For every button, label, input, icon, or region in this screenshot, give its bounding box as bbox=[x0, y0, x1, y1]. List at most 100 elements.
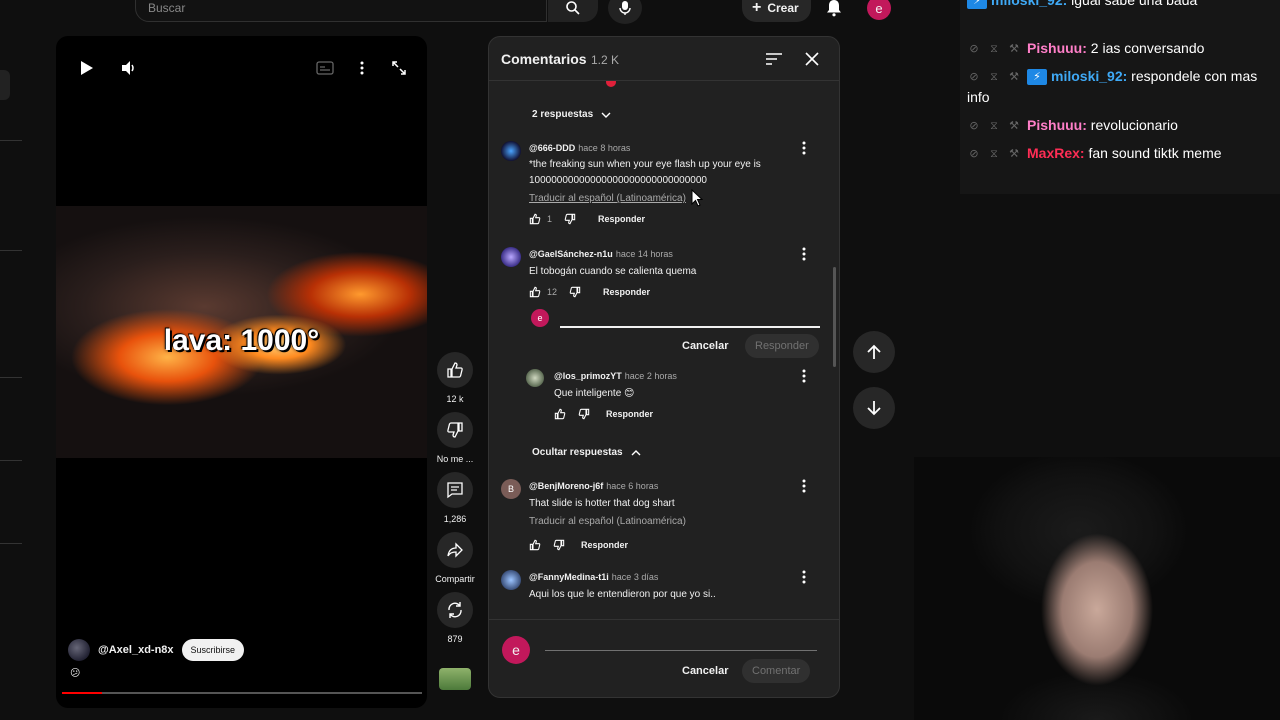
chat-mod-icons[interactable]: ⊘ ⧖ ⚒ bbox=[967, 70, 1021, 84]
close-comments-button[interactable] bbox=[802, 49, 822, 69]
creator-heart-icon bbox=[606, 81, 616, 87]
sidebar-selected-item[interactable] bbox=[0, 70, 10, 100]
search-icon bbox=[566, 1, 580, 15]
dislike-button[interactable] bbox=[437, 412, 473, 448]
chat-mod-icons[interactable]: ⊘ ⧖ ⚒ bbox=[967, 147, 1021, 161]
chevron-up-icon bbox=[631, 449, 641, 455]
more-vertical-icon bbox=[802, 369, 806, 383]
thumbs-up-icon[interactable] bbox=[529, 213, 541, 225]
commenter-avatar[interactable]: B bbox=[501, 479, 521, 499]
comment-more-button[interactable] bbox=[799, 369, 809, 383]
thumbs-down-icon[interactable] bbox=[553, 539, 565, 551]
mouse-cursor-icon bbox=[691, 189, 703, 207]
chat-message: ⊘ ⧖ ⚒ Pishuuu: revolucionario bbox=[967, 115, 1267, 136]
comment-more-button[interactable] bbox=[799, 479, 809, 493]
remix-button[interactable] bbox=[437, 592, 473, 628]
sidebar-divider bbox=[0, 377, 22, 378]
comment-author[interactable]: @los_primozYT hace 2 horas bbox=[554, 371, 677, 381]
thumbs-down-icon[interactable] bbox=[569, 286, 581, 298]
comments-title: Comentarios bbox=[501, 51, 587, 67]
commenter-avatar[interactable] bbox=[501, 247, 521, 267]
translate-link[interactable]: Traducir al español (Latinoamérica) bbox=[529, 516, 686, 527]
reply-submit-button[interactable]: Responder bbox=[745, 334, 819, 358]
commenter-avatar[interactable] bbox=[501, 570, 521, 590]
share-button[interactable] bbox=[437, 532, 473, 568]
fullscreen-button[interactable] bbox=[387, 56, 411, 80]
chat-message: ⚡ miloski_92: igual sabe una bada bbox=[967, 0, 1267, 11]
sidebar-divider bbox=[0, 250, 22, 251]
reply-cancel-button[interactable]: Cancelar bbox=[682, 340, 728, 352]
comment-author[interactable]: @GaelSánchez-n1u hace 14 horas bbox=[529, 249, 673, 259]
reply-button[interactable]: Responder bbox=[598, 214, 645, 224]
notifications-button[interactable] bbox=[822, 0, 846, 20]
voice-search-button[interactable] bbox=[608, 0, 642, 24]
channel-avatar[interactable] bbox=[68, 639, 90, 661]
chat-mod-icons[interactable]: ⊘ ⧖ ⚒ bbox=[967, 42, 1021, 56]
comment-cancel-button[interactable]: Cancelar bbox=[682, 665, 728, 677]
comment-author[interactable]: @BenjMoreno-j6f hace 6 horas bbox=[529, 481, 658, 491]
search-input[interactable]: Buscar bbox=[135, 0, 547, 22]
comments-button[interactable] bbox=[437, 472, 473, 508]
channel-name[interactable]: @Axel_xd-n8x bbox=[98, 644, 174, 656]
sound-thumbnail[interactable] bbox=[439, 668, 471, 690]
show-replies-toggle[interactable]: 2 respuestas bbox=[532, 109, 611, 120]
comments-header: Comentarios 1.2 K bbox=[489, 37, 839, 81]
commenter-avatar[interactable] bbox=[501, 141, 521, 161]
comment-text: El tobogán cuando se calienta quema bbox=[529, 266, 697, 277]
comments-group: 1,286 bbox=[432, 472, 478, 524]
chat-message: ⊘ ⧖ ⚒ Pishuuu: 2 ias conversando bbox=[967, 38, 1267, 59]
dislike-group: No me ... bbox=[432, 412, 478, 464]
thumbs-down-icon[interactable] bbox=[564, 213, 576, 225]
video-more-button[interactable] bbox=[350, 56, 374, 80]
share-label: Compartir bbox=[435, 574, 475, 584]
comment-submit-button[interactable]: Comentar bbox=[742, 659, 811, 683]
reply-input[interactable] bbox=[560, 326, 820, 328]
comment-author[interactable]: @666-DDD hace 8 horas bbox=[529, 143, 630, 153]
next-video-button[interactable] bbox=[853, 387, 895, 429]
comment-more-button[interactable] bbox=[799, 141, 809, 155]
chat-badge-icon: ⚡ bbox=[967, 0, 987, 10]
comment-more-button[interactable] bbox=[799, 247, 809, 261]
video-progress-bar[interactable] bbox=[62, 692, 422, 694]
chat-message: ⊘ ⧖ ⚒ ⚡ miloski_92: respondele con mas info bbox=[967, 68, 1258, 105]
reply-button[interactable]: Responder bbox=[581, 540, 628, 550]
search-button[interactable] bbox=[548, 0, 598, 22]
close-icon bbox=[805, 52, 819, 66]
comments-scrollbar[interactable] bbox=[833, 267, 836, 367]
comment-time: hace 14 horas bbox=[615, 249, 673, 259]
video-player[interactable]: lava: 1000° @Axel_xd-n8x Suscribirse 😕 bbox=[56, 36, 427, 708]
comment-author[interactable]: @FannyMedina-t1i hace 3 días bbox=[529, 572, 658, 582]
comment-text: That slide is hotter that dog shart bbox=[529, 498, 675, 509]
thumbs-down-icon[interactable] bbox=[578, 408, 590, 420]
sort-button[interactable] bbox=[764, 49, 784, 69]
captions-button[interactable] bbox=[313, 56, 337, 80]
thumbs-up-icon[interactable] bbox=[529, 539, 541, 551]
create-button[interactable]: + Crear bbox=[742, 0, 811, 22]
reply-button[interactable]: Responder bbox=[603, 287, 650, 297]
comment-input[interactable] bbox=[545, 650, 817, 651]
account-avatar[interactable]: e bbox=[867, 0, 891, 20]
more-vertical-icon bbox=[360, 61, 364, 75]
comments-list[interactable]: 2 respuestas @666-DDD hace 8 horas *the f… bbox=[489, 81, 837, 619]
subscribe-button[interactable]: Suscribirse bbox=[181, 639, 245, 661]
like-button[interactable] bbox=[437, 352, 473, 388]
hide-replies-toggle[interactable]: Ocultar respuestas bbox=[532, 447, 641, 458]
more-vertical-icon bbox=[802, 570, 806, 584]
commenter-avatar[interactable] bbox=[526, 369, 544, 387]
volume-button[interactable] bbox=[116, 56, 140, 80]
previous-video-button[interactable] bbox=[853, 331, 895, 373]
translate-link[interactable]: Traducir al español (Latinoamérica) bbox=[529, 193, 686, 204]
comment-like-count: 12 bbox=[547, 287, 558, 297]
dislike-label: No me ... bbox=[436, 454, 474, 464]
chat-mod-icons[interactable]: ⊘ ⧖ ⚒ bbox=[967, 119, 1021, 133]
video-progress-fill bbox=[62, 692, 102, 694]
play-button[interactable] bbox=[75, 56, 99, 80]
comment-more-button[interactable] bbox=[799, 570, 809, 584]
reply-button[interactable]: Responder bbox=[606, 409, 653, 419]
thumbs-up-icon[interactable] bbox=[529, 286, 541, 298]
remix-group: 879 bbox=[432, 592, 478, 644]
comments-count: 1,286 bbox=[443, 514, 467, 524]
thumbs-up-icon[interactable] bbox=[554, 408, 566, 420]
reply-avatar: e bbox=[531, 309, 549, 327]
comments-total: 1.2 K bbox=[591, 53, 620, 67]
